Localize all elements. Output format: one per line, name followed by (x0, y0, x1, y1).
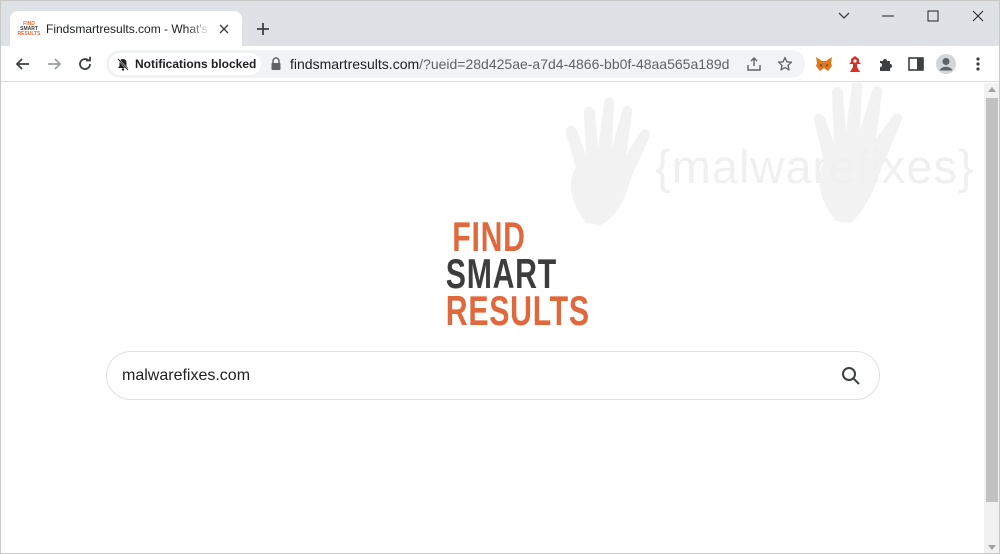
lock-icon[interactable] (270, 57, 282, 71)
bell-off-icon (117, 57, 129, 71)
url-path: /?ueid=28d425ae-a7d4-4866-bb0f-48aa565a1… (419, 56, 730, 72)
star-icon[interactable] (774, 53, 796, 75)
scroll-thumb[interactable] (986, 98, 998, 502)
arrow-right-icon (48, 58, 62, 70)
tab-strip: FIND SMART RESULTS Findsmartresults.com … (1, 1, 999, 47)
url-host: findsmartresults.com (290, 56, 420, 72)
tab-title: Findsmartresults.com - What's Your Searc… (46, 22, 211, 36)
address-bar[interactable]: Notifications blocked findsmartresults.c… (106, 50, 805, 78)
search-icon (842, 367, 860, 385)
puzzle-icon[interactable] (872, 50, 900, 78)
page-content: {malwarefixes} FIND SMART RESULTS (1, 83, 984, 553)
url-text[interactable]: findsmartresults.com/?ueid=28d425ae-a7d4… (290, 56, 729, 72)
tab-close-icon[interactable] (216, 21, 232, 37)
kebab-menu-icon[interactable] (964, 50, 992, 78)
findsmartresults-logo: FIND SMART RESULTS (429, 216, 590, 334)
notifications-blocked-chip[interactable]: Notifications blocked (109, 53, 261, 75)
scroll-up-arrow-icon[interactable] (988, 87, 996, 92)
search-box[interactable] (106, 351, 880, 400)
window-close-button[interactable] (955, 1, 999, 31)
back-button[interactable] (9, 50, 37, 78)
side-panel-icon[interactable] (902, 50, 930, 78)
forward-button[interactable] (40, 50, 68, 78)
close-icon (972, 10, 984, 22)
scroll-down-arrow-icon[interactable] (988, 545, 996, 550)
search-button[interactable] (838, 363, 864, 389)
minimize-icon (882, 15, 894, 17)
tab-search-button[interactable] (821, 1, 867, 31)
metamask-fox-icon[interactable] (810, 50, 838, 78)
chevron-down-icon (838, 12, 850, 19)
browser-window: FIND SMART RESULTS Findsmartresults.com … (0, 0, 1000, 554)
minimize-button[interactable] (865, 1, 911, 31)
new-tab-button[interactable] (251, 17, 275, 41)
search-input[interactable] (122, 364, 822, 388)
findsmartresults-favicon-icon: FIND SMART RESULTS (17, 20, 41, 37)
reload-icon (79, 56, 91, 70)
plus-icon (257, 23, 269, 35)
notifications-label: Notifications blocked (135, 57, 257, 71)
browser-toolbar: Notifications blocked findsmartresults.c… (1, 46, 999, 82)
page-scrollbar[interactable] (984, 83, 999, 553)
malwarefixes-watermark: {malwarefixes} (556, 83, 976, 253)
handprint-icon (565, 97, 651, 225)
watermark-text: {malwarefixes} (655, 140, 975, 193)
logo-line-results: RESULTS (445, 287, 590, 334)
maximize-button[interactable] (910, 1, 956, 31)
maximize-icon (927, 10, 939, 22)
profile-avatar-icon[interactable] (932, 50, 960, 78)
tab-findsmartresults[interactable]: FIND SMART RESULTS Findsmartresults.com … (10, 11, 242, 47)
arrow-left-icon (15, 58, 29, 70)
reload-button[interactable] (71, 50, 99, 78)
share-icon[interactable] (743, 53, 765, 75)
extension-red-icon[interactable] (841, 50, 869, 78)
